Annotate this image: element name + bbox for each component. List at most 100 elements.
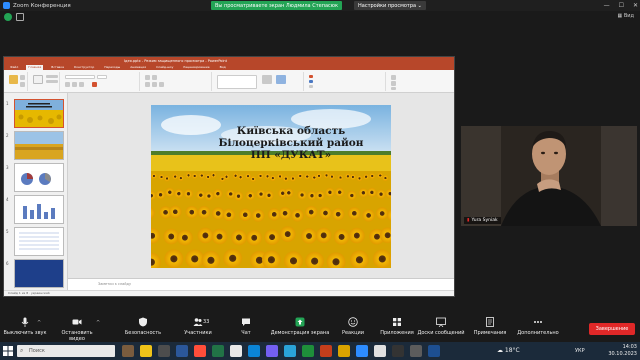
taskbar-search-input[interactable]: ⌕ Поиск <box>17 345 115 357</box>
copy-icon[interactable] <box>20 82 25 87</box>
font-size-select[interactable] <box>97 75 107 79</box>
slide-editing-area[interactable]: Київська область Білоцерківський район П… <box>68 93 454 290</box>
font-color-icon[interactable] <box>92 82 97 87</box>
slide-notes-pane[interactable]: Заметки к слайду <box>68 278 454 290</box>
participant-video[interactable]: ▮ Yura Syniak <box>461 126 637 226</box>
sunflower <box>174 189 184 199</box>
apps-button[interactable]: Приложения <box>374 317 420 336</box>
taskbar-app-5-icon[interactable] <box>392 345 404 357</box>
taskbar-app-7-icon[interactable] <box>428 345 440 357</box>
close-icon[interactable]: ✕ <box>633 2 638 9</box>
shapes-gallery[interactable] <box>217 75 257 89</box>
mute-label: Выключить звук <box>3 330 47 336</box>
view-settings-button[interactable]: Настройки просмотра ⌄ <box>354 1 426 10</box>
more-button[interactable]: Дополнительно <box>515 317 561 336</box>
align-center-icon[interactable] <box>152 82 157 87</box>
stop-video-button[interactable]: Остановить видео <box>54 317 100 342</box>
slide-thumbnail-1[interactable] <box>14 99 64 128</box>
taskbar-app-explorer-icon[interactable] <box>338 345 350 357</box>
new-slide-icon[interactable] <box>33 75 43 84</box>
reactions-button[interactable]: Реакции <box>330 317 376 336</box>
cut-icon[interactable] <box>20 75 25 80</box>
quick-styles-icon[interactable] <box>276 75 286 84</box>
italic-icon[interactable] <box>72 82 77 87</box>
participant-camera-image <box>461 126 637 226</box>
thumbnail-sunflowers-image <box>15 100 63 127</box>
taskbar-app-2-icon[interactable] <box>194 345 206 357</box>
taskbar-app-3-icon[interactable] <box>302 345 314 357</box>
current-slide[interactable]: Київська область Білоцерківський район П… <box>151 105 391 268</box>
sunflower <box>185 172 192 179</box>
replace-icon[interactable] <box>391 81 396 86</box>
bullets-icon[interactable] <box>145 75 150 80</box>
layout-icon[interactable] <box>46 75 58 78</box>
maximize-icon[interactable]: ☐ <box>619 2 624 9</box>
taskbar-app-powerpoint-icon[interactable] <box>320 345 332 357</box>
slide-thumbnail-3[interactable] <box>14 163 64 192</box>
paste-icon[interactable] <box>9 75 18 84</box>
align-right-icon[interactable] <box>159 82 164 87</box>
taskbar-app-edge-icon[interactable] <box>248 345 260 357</box>
smiley-icon <box>348 317 358 327</box>
taskbar-app-telegram-icon[interactable] <box>284 345 296 357</box>
security-button[interactable]: Безопасность <box>120 317 166 336</box>
windows-start-icon[interactable] <box>2 345 14 357</box>
sunflower <box>204 191 214 201</box>
arrange-icon[interactable] <box>262 75 272 84</box>
slide-thumbnail-4[interactable] <box>14 195 64 224</box>
shape-fill-icon[interactable] <box>309 75 313 78</box>
sunflower <box>331 208 345 221</box>
bold-icon[interactable] <box>65 82 70 87</box>
system-clock[interactable]: 14:03 30.10.2023 <box>608 344 637 358</box>
taskbar-app-1-icon[interactable] <box>158 345 170 357</box>
minimize-icon[interactable]: — <box>604 2 610 9</box>
language-indicator[interactable]: УКР <box>575 348 585 354</box>
muted-mic-icon: ▮ <box>467 218 470 223</box>
reset-icon[interactable] <box>46 80 58 83</box>
sunflower <box>245 173 252 180</box>
meeting-info-icons <box>4 13 24 21</box>
ppt-title-bar: Ідея.pptx - Режим защищенного просмотра … <box>4 57 454 64</box>
slide-number: 3 <box>6 165 9 170</box>
taskbar-app-chrome-icon[interactable] <box>230 345 242 357</box>
font-family-select[interactable] <box>65 75 95 79</box>
taskbar-app-4-icon[interactable] <box>374 345 386 357</box>
participants-button[interactable]: Участники <box>175 317 221 336</box>
taskbar-app-zoom-icon[interactable] <box>356 345 368 357</box>
slide-thumbnail-2[interactable] <box>14 131 64 160</box>
weather-widget[interactable]: ☁ 18°C <box>497 347 520 354</box>
audio-options-chevron-icon[interactable]: ^ <box>37 320 41 326</box>
sunflower <box>279 226 296 242</box>
end-meeting-button[interactable]: Завершение <box>589 323 635 335</box>
taskbar-app-word-icon[interactable] <box>176 345 188 357</box>
shape-effects-icon[interactable] <box>309 85 313 88</box>
slide-title-text[interactable]: Київська область Білоцерківський район П… <box>201 125 381 161</box>
taskbar-app-photo-icon[interactable] <box>122 345 134 357</box>
taskbar-app-6-icon[interactable] <box>410 345 422 357</box>
taskbar-app-taskview-icon[interactable] <box>140 345 152 357</box>
slide-thumbnails-pane[interactable]: 1 2 3 4 5 6 <box>4 93 68 290</box>
whiteboard-button[interactable]: Доски сообщений <box>416 317 466 336</box>
chat-button[interactable]: Чат <box>223 317 269 336</box>
slide-thumbnail-6[interactable] <box>14 259 64 288</box>
underline-icon[interactable] <box>79 82 84 87</box>
meeting-info-icon[interactable] <box>16 13 24 21</box>
numbering-icon[interactable] <box>152 75 157 80</box>
shield-icon <box>139 317 147 327</box>
view-button[interactable]: ▦ Вид <box>618 13 634 19</box>
align-left-icon[interactable] <box>145 82 150 87</box>
shape-outline-icon[interactable] <box>309 80 313 83</box>
slide-thumbnail-5[interactable] <box>14 227 64 256</box>
video-options-chevron-icon[interactable]: ^ <box>96 320 100 326</box>
sunflower <box>349 227 365 244</box>
find-icon[interactable] <box>391 75 396 80</box>
notes-button[interactable]: Примечания <box>467 317 513 336</box>
taskbar-app-excel-icon[interactable] <box>212 345 224 357</box>
sunflower <box>205 173 212 180</box>
select-icon[interactable] <box>391 87 396 90</box>
sunflower <box>282 175 289 182</box>
encryption-shield-icon[interactable] <box>4 13 12 21</box>
taskbar-app-viber-icon[interactable] <box>266 345 278 357</box>
sunflower <box>163 228 180 245</box>
share-screen-button[interactable]: Демонстрация экрана <box>270 317 330 336</box>
